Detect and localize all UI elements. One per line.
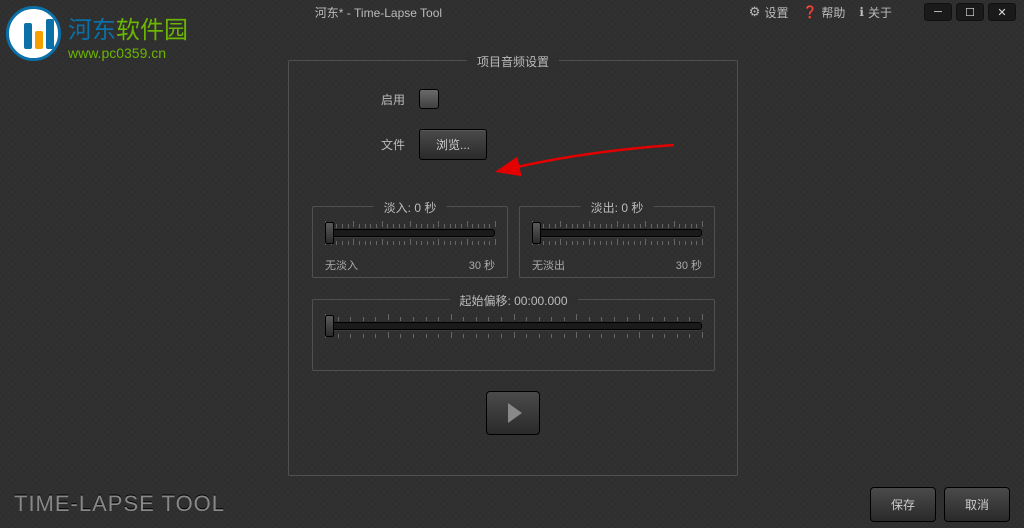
offset-title: 起始偏移: 00:00.000 xyxy=(449,292,577,309)
enable-checkbox[interactable] xyxy=(419,89,439,109)
fadein-slider-group: 淡入: 0 秒 无淡入 30 秒 xyxy=(312,206,508,278)
play-icon xyxy=(508,403,522,423)
gear-icon xyxy=(749,4,761,20)
about-menu[interactable]: 关于 xyxy=(859,4,892,21)
browse-button[interactable]: 浏览... xyxy=(419,129,487,160)
cancel-button[interactable]: 取消 xyxy=(944,487,1010,522)
fadeout-left-label: 无淡出 xyxy=(532,257,565,273)
about-label: 关于 xyxy=(868,4,892,21)
settings-label: 设置 xyxy=(764,4,788,21)
fadeout-slider-group: 淡出: 0 秒 无淡出 30 秒 xyxy=(519,206,715,278)
fadeout-right-label: 30 秒 xyxy=(676,257,702,273)
info-icon xyxy=(859,5,864,19)
panel-title: 项目音频设置 xyxy=(467,53,559,70)
offset-slider-group: 起始偏移: 00:00.000 xyxy=(312,299,715,371)
brand-text: TIME-LAPSE TOOL xyxy=(14,491,225,517)
help-label: 帮助 xyxy=(821,4,845,21)
fadein-left-label: 无淡入 xyxy=(325,257,358,273)
audio-settings-panel: 项目音频设置 启用 文件 浏览... 淡入: 0 秒 xyxy=(288,60,738,476)
file-label: 文件 xyxy=(381,136,405,153)
offset-track[interactable] xyxy=(325,322,702,330)
help-menu[interactable]: 帮助 xyxy=(802,4,845,21)
help-icon xyxy=(802,5,817,19)
enable-label: 启用 xyxy=(381,91,405,108)
fadein-track[interactable] xyxy=(325,229,495,237)
fadeout-title: 淡出: 0 秒 xyxy=(581,199,654,216)
fadein-thumb[interactable] xyxy=(325,222,334,244)
fadein-title: 淡入: 0 秒 xyxy=(374,199,447,216)
maximize-button[interactable]: ☐ xyxy=(956,3,984,21)
offset-thumb[interactable] xyxy=(325,315,334,337)
fadein-right-label: 30 秒 xyxy=(469,257,495,273)
settings-menu[interactable]: 设置 xyxy=(749,4,789,21)
save-button[interactable]: 保存 xyxy=(870,487,936,522)
play-button[interactable] xyxy=(486,391,540,435)
fadeout-thumb[interactable] xyxy=(532,222,541,244)
fadeout-track[interactable] xyxy=(532,229,702,237)
close-button[interactable]: ✕ xyxy=(988,3,1016,21)
minimize-button[interactable]: ─ xyxy=(924,3,952,21)
